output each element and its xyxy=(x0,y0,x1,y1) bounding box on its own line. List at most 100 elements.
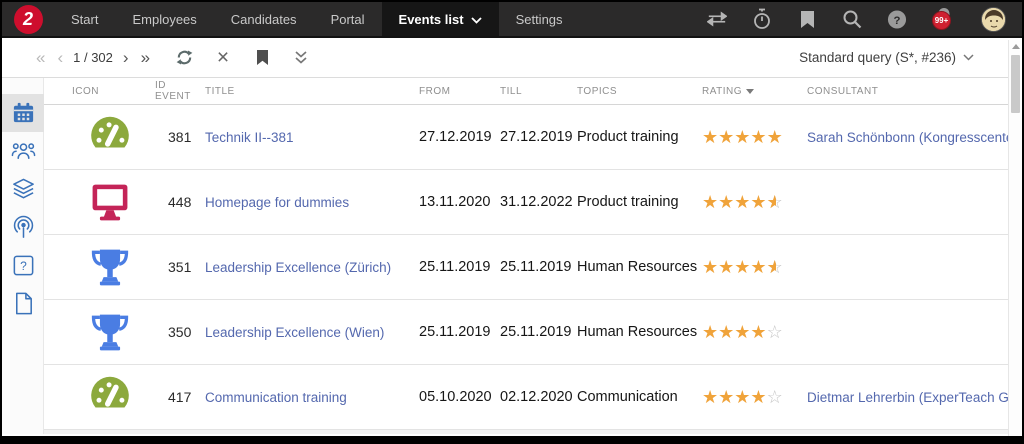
event-type-icon xyxy=(72,115,155,159)
sidebar-item-broadcast[interactable] xyxy=(2,208,44,246)
next-page-button[interactable]: › xyxy=(117,49,135,66)
logo-icon: 2 xyxy=(14,5,43,34)
sort-descending-icon xyxy=(746,89,754,94)
svg-text:?: ? xyxy=(894,14,901,26)
event-title-link[interactable]: Homepage for dummies xyxy=(205,195,419,210)
event-topics: Human Resources xyxy=(577,324,702,340)
rating-stars: ★★★★☆ xyxy=(702,322,807,343)
app-logo[interactable]: 2 xyxy=(2,5,54,34)
event-till-date: 31.12.2022 xyxy=(500,194,577,210)
module-sidebar: ? xyxy=(2,78,44,434)
event-type-icon xyxy=(72,180,155,224)
nav-item-portal[interactable]: Portal xyxy=(314,2,382,36)
column-header-consultant[interactable]: CONSULTANT xyxy=(807,86,1022,97)
previous-page-button[interactable]: ‹ xyxy=(51,49,69,66)
events-table: ICON ID EVENT TITLE FROM TILL TOPICS RAT… xyxy=(44,78,1022,434)
column-header-topics[interactable]: TOPICS xyxy=(577,86,702,97)
rating-stars: ★★★★☆★ xyxy=(702,192,807,213)
app-window: 2 Start Employees Candidates Portal Even… xyxy=(0,0,1024,444)
event-from-date: 13.11.2020 xyxy=(419,194,500,210)
document-icon xyxy=(11,291,36,316)
event-title-link[interactable]: Leadership Excellence (Zürich) xyxy=(205,260,419,275)
event-till-date: 25.11.2019 xyxy=(500,259,577,275)
content-area: ? ICON ID EVENT TITLE FROM TILL TOPICS R… xyxy=(2,78,1022,434)
app-surface: 2 Start Employees Candidates Portal Even… xyxy=(2,2,1022,436)
transfer-arrows-icon[interactable] xyxy=(707,9,727,29)
sidebar-item-document[interactable] xyxy=(2,284,44,322)
event-from-date: 25.11.2019 xyxy=(419,324,500,340)
consultant-link[interactable]: Sarah Schönbonn (Kongresscenter Berlin xyxy=(807,130,1022,145)
event-from-date: 27.12.2019 xyxy=(419,129,500,145)
refresh-icon[interactable] xyxy=(174,48,194,68)
event-id: 351 xyxy=(155,259,205,275)
navbar-icon-group: ? 99+ xyxy=(707,7,1006,32)
notifications-icon[interactable]: 99+ xyxy=(932,7,956,31)
event-topics: Communication xyxy=(577,389,702,405)
bookmark-icon[interactable] xyxy=(797,9,817,29)
top-navbar: 2 Start Employees Candidates Portal Even… xyxy=(2,2,1022,38)
scrollbar-thumb[interactable] xyxy=(1011,55,1020,113)
query-selector-label: Standard query (S*, #236) xyxy=(799,50,956,65)
table-header-row: ICON ID EVENT TITLE FROM TILL TOPICS RAT… xyxy=(44,78,1022,105)
column-header-title[interactable]: TITLE xyxy=(205,86,419,97)
people-group-icon xyxy=(11,139,36,164)
collapse-all-icon[interactable] xyxy=(291,48,311,68)
search-icon[interactable] xyxy=(842,9,862,29)
event-id: 448 xyxy=(155,194,205,210)
event-topics: Product training xyxy=(577,194,702,210)
bookmark-filter-icon[interactable] xyxy=(252,48,272,68)
table-row[interactable]: 351 Leadership Excellence (Zürich) 25.11… xyxy=(44,235,1022,300)
consultant-link[interactable]: Dietmar Lehrerbin (ExperTeach GmbH) xyxy=(807,390,1022,405)
calendar-icon xyxy=(11,101,36,126)
nav-item-employees[interactable]: Employees xyxy=(115,2,213,36)
rating-stars: ★★★★☆★ xyxy=(702,257,807,278)
nav-item-settings[interactable]: Settings xyxy=(499,2,580,36)
chevron-down-icon xyxy=(471,12,482,27)
sidebar-item-people[interactable] xyxy=(2,132,44,170)
column-header-from[interactable]: FROM xyxy=(419,86,500,97)
nav-item-events-list[interactable]: Events list xyxy=(382,2,499,36)
column-header-till[interactable]: TILL xyxy=(500,86,577,97)
event-title-link[interactable]: Technik II--381 xyxy=(205,130,419,145)
event-till-date: 25.11.2019 xyxy=(500,324,577,340)
event-title-link[interactable]: Communication training xyxy=(205,390,419,405)
table-row[interactable]: 350 Leadership Excellence (Wien) 25.11.2… xyxy=(44,300,1022,365)
notification-badge: 99+ xyxy=(932,11,951,30)
event-title-link[interactable]: Leadership Excellence (Wien) xyxy=(205,325,419,340)
event-id: 381 xyxy=(155,129,205,145)
chevron-down-icon xyxy=(963,54,974,61)
table-row[interactable]: 448 Homepage for dummies 13.11.2020 31.1… xyxy=(44,170,1022,235)
page-indicator: 1 / 302 xyxy=(69,50,117,65)
layers-icon xyxy=(11,177,36,202)
sidebar-item-layers[interactable] xyxy=(2,170,44,208)
avatar[interactable] xyxy=(981,7,1006,32)
column-header-id-event[interactable]: ID EVENT xyxy=(155,80,205,102)
event-topics: Human Resources xyxy=(577,259,702,275)
close-icon[interactable]: × xyxy=(213,48,233,68)
column-header-rating[interactable]: RATING xyxy=(702,86,807,97)
table-row[interactable]: 417 Communication training 05.10.2020 02… xyxy=(44,365,1022,430)
rating-stars: ★★★★☆ xyxy=(702,387,807,408)
main-menu: Start Employees Candidates Portal Events… xyxy=(54,2,580,36)
vertical-scrollbar[interactable] xyxy=(1008,40,1022,436)
column-header-icon[interactable]: ICON xyxy=(72,86,155,97)
help-box-icon: ? xyxy=(11,253,36,278)
first-page-button[interactable]: « xyxy=(30,49,51,66)
event-topics: Product training xyxy=(577,129,702,145)
help-icon[interactable]: ? xyxy=(887,9,907,29)
nav-item-start[interactable]: Start xyxy=(54,2,115,36)
rating-stars: ★★★★★ xyxy=(702,127,807,148)
event-till-date: 02.12.2020 xyxy=(500,389,577,405)
sidebar-item-help[interactable]: ? xyxy=(2,246,44,284)
sidebar-item-calendar[interactable] xyxy=(2,94,44,132)
event-id: 350 xyxy=(155,324,205,340)
event-type-icon xyxy=(72,245,155,289)
last-page-button[interactable]: » xyxy=(135,49,156,66)
event-type-icon xyxy=(72,375,155,419)
query-selector[interactable]: Standard query (S*, #236) xyxy=(799,50,974,65)
svg-text:?: ? xyxy=(20,258,27,272)
nav-item-candidates[interactable]: Candidates xyxy=(214,2,314,36)
stopwatch-icon[interactable] xyxy=(752,9,772,29)
table-row[interactable]: 381 Technik II--381 27.12.2019 27.12.201… xyxy=(44,105,1022,170)
scroll-up-icon[interactable] xyxy=(1009,40,1022,53)
